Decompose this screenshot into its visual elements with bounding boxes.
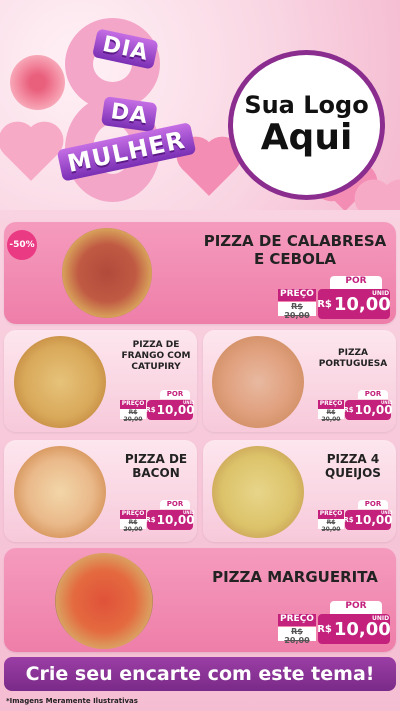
preco-label: PREÇO <box>120 400 146 409</box>
preco-label: PREÇO <box>278 614 316 626</box>
old-price: R$ 20,00 <box>278 302 316 320</box>
por-label: POR <box>358 500 388 509</box>
price-value: 10,00 <box>354 403 393 417</box>
product-name: PIZZA MARGUERITA <box>212 568 378 586</box>
old-price: R$ 20,00 <box>318 519 344 533</box>
preco-label: PREÇO <box>278 289 316 301</box>
price-value: 10,00 <box>156 513 195 527</box>
pizza-4-queijos-image <box>212 446 304 538</box>
product-name: PIZZA DE CALABRESA E CEBOLA <box>203 232 387 268</box>
currency-prefix: R$ <box>343 516 354 524</box>
por-label: POR <box>330 601 382 614</box>
currency-prefix: R$ <box>317 298 332 310</box>
heart-decoration <box>370 185 400 210</box>
por-label: POR <box>160 390 190 399</box>
unid-label: UNID <box>183 510 195 515</box>
currency-prefix: R$ <box>317 623 332 635</box>
preco-label: PREÇO <box>318 400 344 409</box>
unid-label: UNID <box>381 400 393 405</box>
preco-label: PREÇO <box>120 510 146 519</box>
pizza-marguerita-image <box>55 553 153 649</box>
product-name: PIZZA DE FRANGO COM CATUPIRY <box>121 340 191 372</box>
old-price: R$ 20,00 <box>120 409 146 423</box>
old-price: R$ 20,00 <box>120 519 146 533</box>
currency-prefix: R$ <box>145 406 156 414</box>
pizza-bacon-image <box>14 446 106 538</box>
old-price: R$ 20,00 <box>318 409 344 423</box>
pizza-calabresa-image <box>62 228 152 318</box>
product-name: PIZZA DE BACON <box>124 452 188 481</box>
price-value: 10,00 <box>156 403 195 417</box>
old-price: R$ 20,00 <box>278 627 316 645</box>
pizza-frango-image <box>14 336 106 428</box>
logo-placeholder: Sua Logo Aqui <box>228 50 385 200</box>
unid-label: UNID <box>381 510 393 515</box>
unid-label: UNID <box>183 400 195 405</box>
por-label: POR <box>330 276 382 289</box>
preco-label: PREÇO <box>318 510 344 519</box>
create-flyer-button[interactable]: Crie seu encarte com este tema! <box>4 657 396 691</box>
logo-line-1: Sua Logo <box>244 91 369 119</box>
discount-badge: -50% <box>7 230 37 260</box>
product-name: PIZZA PORTUGUESA <box>318 348 388 369</box>
currency-prefix: R$ <box>343 406 354 414</box>
header-banner: DIA DA MULHER Sua Logo Aqui <box>0 0 400 210</box>
product-name: PIZZA 4 QUEIJOS <box>325 452 381 481</box>
unid-label: UNID <box>372 615 390 622</box>
unid-label: UNID <box>372 290 390 297</box>
heart-decoration <box>4 127 58 181</box>
currency-prefix: R$ <box>145 516 156 524</box>
footnote: *Imagens Meramente Ilustrativas <box>6 697 138 705</box>
por-label: POR <box>358 390 388 399</box>
por-label: POR <box>160 500 190 509</box>
pizza-portuguesa-image <box>212 336 304 428</box>
price-value: 10,00 <box>354 513 393 527</box>
logo-line-2: Aqui <box>260 117 353 159</box>
